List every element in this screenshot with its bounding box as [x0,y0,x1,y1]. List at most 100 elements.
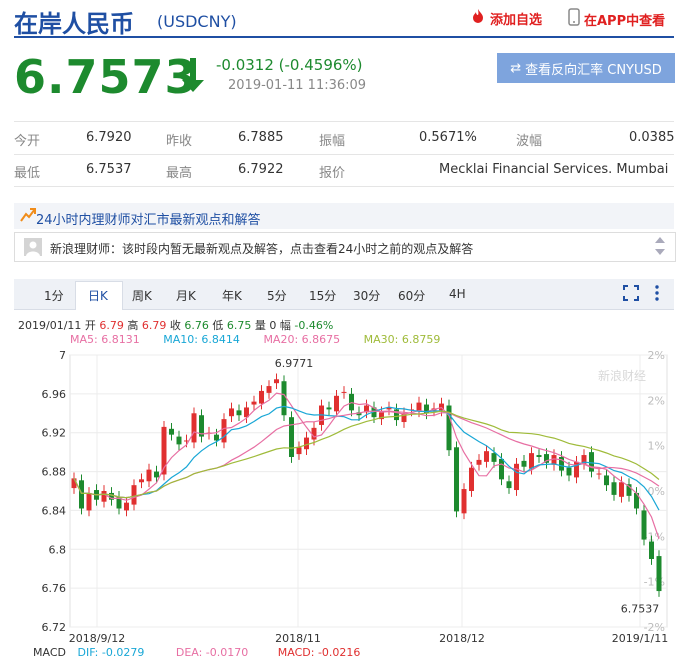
more-options-icon[interactable] [654,284,660,306]
macd-title: MACD [33,646,66,659]
range-lbl: 幅 [279,319,291,332]
candle-body [521,460,527,467]
tab-4h[interactable]: 4H [449,287,466,301]
candle-body [221,419,227,443]
x-tick-label: 2019/1/11 [612,632,668,645]
tab-daily-k[interactable]: 日K [88,287,108,304]
macd-dea: DEA: -0.0170 [175,646,249,659]
tab-30min[interactable]: 30分 [353,287,380,304]
quote-source-value: Mecklai Financial Services. Mumbai [439,162,669,177]
high-label: 最高 [166,166,193,181]
candle-body [311,427,317,440]
tab-5min[interactable]: 5分 [267,287,287,304]
prev-close-label: 昨收 [166,134,193,149]
ohlc-close: 6.76 [184,319,209,332]
y-right-tick-label: 2% [648,349,665,362]
candle-body [124,502,129,511]
quote-source-label: 报价 [319,166,346,181]
scroll-updown-icon[interactable] [654,234,666,262]
view-in-app-label: 在APP中查看 [584,13,666,29]
y-right-tick-label: 1% [648,440,665,453]
tab-1min[interactable]: 1分 [44,287,64,304]
candle-body [341,391,347,393]
candle-body [334,395,339,412]
candle-body [86,492,92,511]
symbol-code: (USDCNY) [157,12,237,31]
candlestick-chart[interactable]: 7 6.96 6.92 6.88 6.84 6.8 6.76 6.72 2% 2% 1% 0% -1% -… [0,345,689,645]
candle-body [229,408,234,417]
candle-body [146,469,152,482]
candle-body [619,482,624,497]
y-right-tick-label: -1% [644,576,665,589]
down-arrow-icon [178,56,208,98]
candle-body [589,452,594,472]
add-favorite-button[interactable]: 添加自选 [470,8,542,28]
fullscreen-icon[interactable] [623,285,639,305]
macd-value: MACD: -0.0216 [277,646,361,659]
candle-body [649,541,654,559]
trend-icon [20,207,36,227]
candle-body [476,459,482,465]
tab-60min[interactable]: 60分 [398,287,425,304]
candle-body [484,451,489,462]
candle-body [176,436,182,445]
y-tick-label: 7 [59,349,66,362]
opinion-title-link[interactable]: 24小时内理财师对汇市最新观点和解答 [36,209,261,228]
low-lbl: 低 [212,319,224,332]
tab-15min[interactable]: 15分 [309,287,336,304]
ohlc-range: -0.46% [294,319,334,332]
y-right-tick-label: 2% [648,394,665,407]
reverse-rate-button[interactable]: ⇄ 查看反向汇率 CNYUSD [497,53,675,83]
stats-row-2: 最低 6.7537 最高 6.7922 报价 Mecklai Financial… [14,154,674,187]
title-divider [14,36,674,38]
ohlc-high: 6.79 [141,319,167,332]
stats-row-1: 今开 6.7920 昨收 6.7885 振幅 0.5671% 波幅 0.0385 [14,121,675,155]
amplitude-value: 0.5671% [419,130,477,145]
volatility-value: 0.0385 [629,130,675,145]
candle-body [251,401,257,405]
ohlc-info-line: 2019/01/11 开 6.79 高 6.79 收 6.76 低 6.75 量… [18,317,333,333]
macd-dif: DIF: -0.0279 [77,646,145,659]
candle-body [79,480,84,509]
phone-icon [568,8,580,30]
plot-frame [69,354,668,628]
open-value: 6.7920 [86,130,132,145]
low-value: 6.7537 [86,162,132,177]
reverse-rate-label: 查看反向汇率 CNYUSD [525,62,662,78]
x-tick-label: 2018/12 [439,632,485,645]
candle-body [656,556,662,592]
tab-yearly-k[interactable]: 年K [222,287,242,304]
low-label: 最低 [14,166,41,181]
candle-body [139,479,144,483]
candle-body [154,471,159,478]
opinion-message[interactable]: 新浪理财师：该时段内暂无最新观点及解答，点击查看24小时之前的观点及解答 [50,240,473,257]
y-tick-label: 6.92 [42,427,67,440]
current-price: 6.7573 [14,50,198,104]
open-label: 今开 [14,134,41,149]
add-favorite-label: 添加自选 [490,12,543,28]
view-in-app-button[interactable]: 在APP中查看 [568,8,665,30]
max-price-label: 6.9771 [275,357,314,370]
y-tick-label: 6.72 [42,621,67,634]
tab-strip: 1分 日K 周K 月K 年K 5分 15分 30分 60分 4H [0,279,689,309]
candle-body [469,467,474,491]
candle-body [289,417,294,457]
page-title: 在岸人民币 [14,10,134,38]
candle-body [191,413,197,443]
volume-lbl: 量 [254,319,266,332]
y-tick-label: 6.96 [42,388,67,401]
swap-icon: ⇄ [510,60,522,76]
volatility-label: 波幅 [516,134,543,149]
tab-weekly-k[interactable]: 周K [132,287,152,304]
tab-monthly-k[interactable]: 月K [176,287,196,304]
candle-body [259,390,264,404]
y-tick-label: 6.8 [49,543,67,556]
min-price-label: 6.7537 [621,602,660,615]
flame-icon [470,8,486,28]
candle-body [499,458,504,480]
y-tick-label: 6.88 [42,466,67,479]
candle-body [536,455,542,457]
avatar [24,238,42,256]
candle-body [611,482,617,495]
macd-legend: MACD DIF: -0.0279 DEA: -0.0170 MACD: -0.… [33,646,360,659]
